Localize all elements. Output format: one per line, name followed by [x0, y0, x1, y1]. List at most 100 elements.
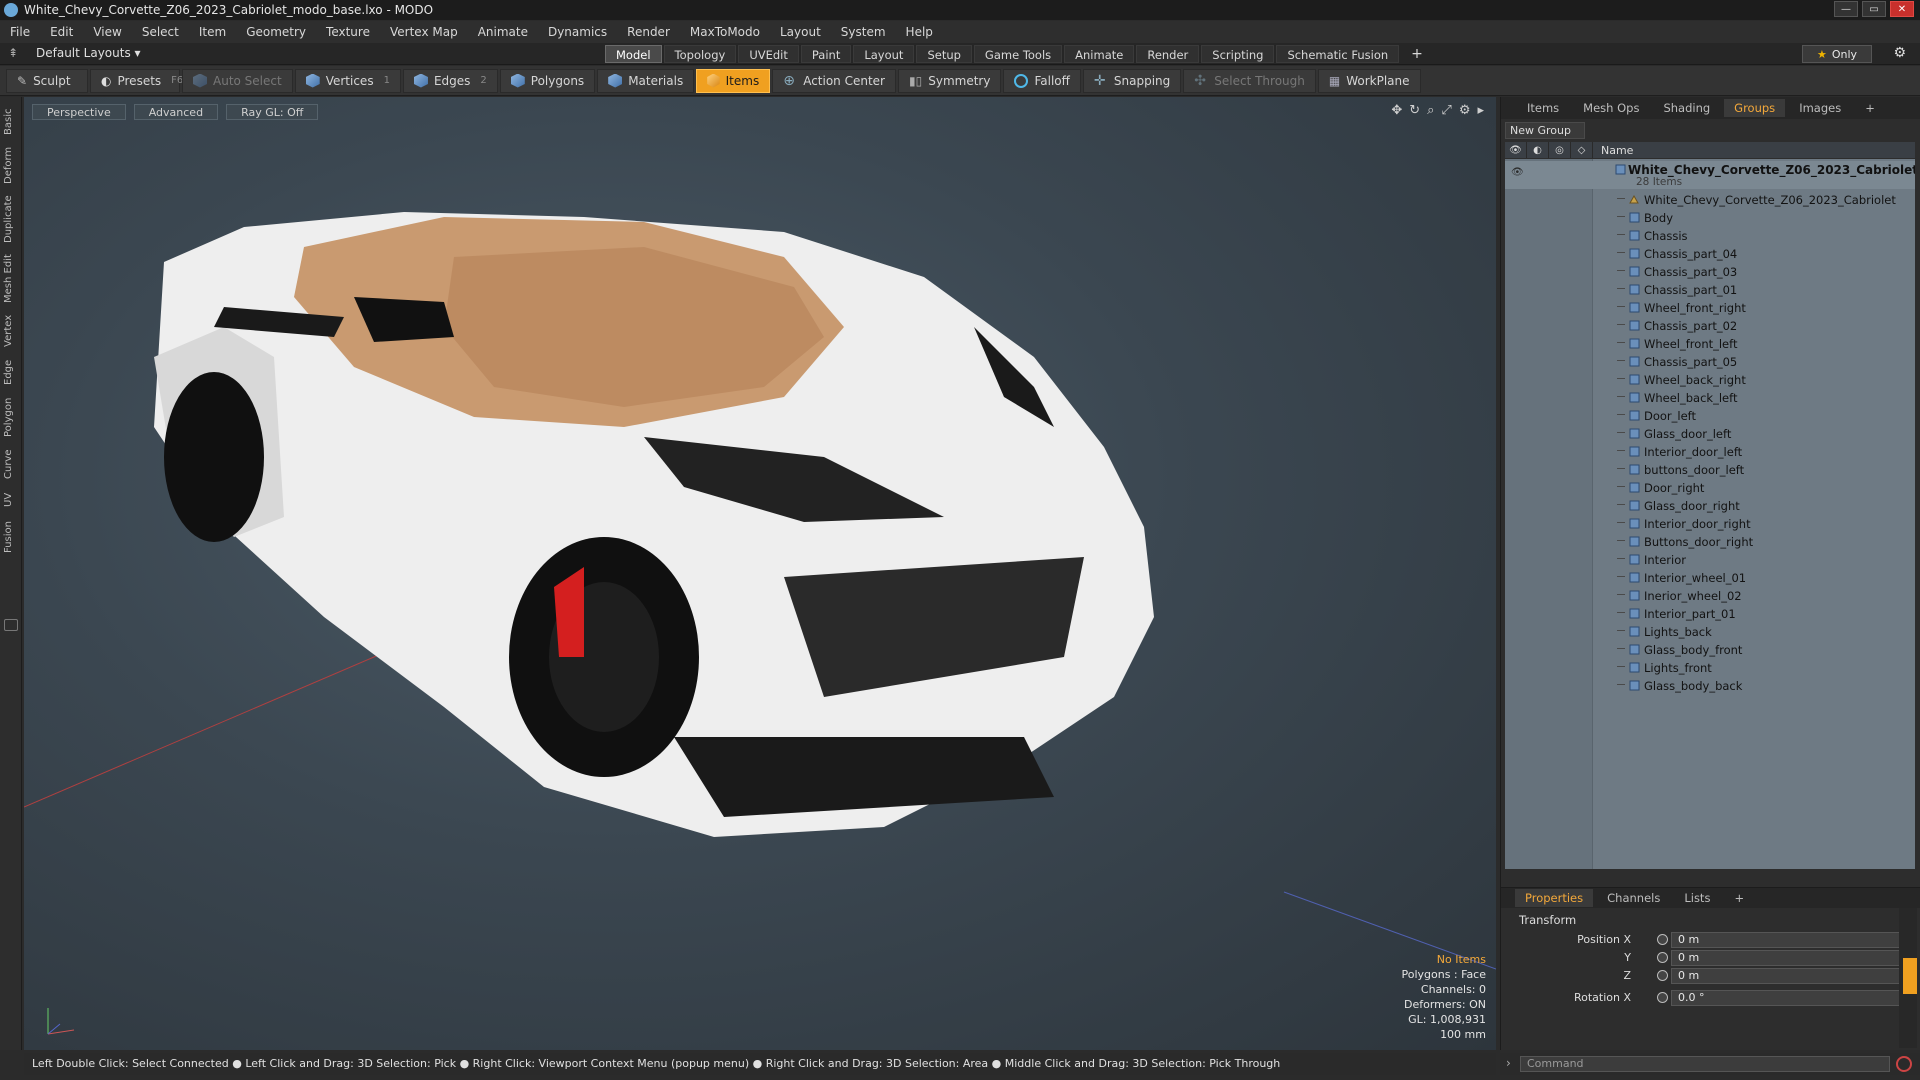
vtab-vertex[interactable]: Vertex: [3, 313, 19, 349]
tab-game-tools[interactable]: Game Tools: [973, 45, 1063, 63]
symmetry-button[interactable]: ▮▯ Symmetry: [898, 68, 1002, 93]
list-item[interactable]: Interior_door_left: [1505, 443, 1915, 461]
keyframe-icon[interactable]: [1657, 970, 1668, 981]
list-item[interactable]: Interior: [1505, 551, 1915, 569]
list-item[interactable]: Interior_door_right: [1505, 515, 1915, 533]
menu-select[interactable]: Select: [142, 25, 179, 39]
menu-system[interactable]: System: [841, 25, 886, 39]
maximize-button[interactable]: ▭: [1862, 1, 1886, 17]
tab-setup[interactable]: Setup: [916, 45, 972, 63]
tab-items[interactable]: Items: [1517, 99, 1569, 117]
command-input[interactable]: Command: [1520, 1056, 1890, 1072]
keyframe-icon[interactable]: [1657, 992, 1668, 1003]
tab-paint[interactable]: Paint: [800, 45, 852, 63]
tab-render[interactable]: Render: [1136, 45, 1200, 63]
menu-texture[interactable]: Texture: [326, 25, 370, 39]
list-item[interactable]: Wheel_front_right: [1505, 299, 1915, 317]
materials-button[interactable]: Materials: [597, 68, 695, 93]
list-item[interactable]: White_Chevy_Corvette_Z06_2023_Cabriolet: [1505, 191, 1915, 209]
edges-button[interactable]: Edges 2: [402, 68, 498, 93]
eye-icon[interactable]: 👁: [1505, 142, 1527, 158]
vtab-polygon[interactable]: Polygon: [3, 395, 19, 439]
sculpt-button[interactable]: ✎ Sculpt: [6, 68, 88, 93]
tab-uvedit[interactable]: UVEdit: [738, 45, 799, 63]
only-toggle-button[interactable]: ★ Only: [1802, 45, 1872, 63]
layout-arrow-icon[interactable]: ⇞: [8, 46, 18, 60]
list-item[interactable]: Wheel_back_right: [1505, 371, 1915, 389]
list-item[interactable]: Body: [1505, 209, 1915, 227]
position-y-field[interactable]: 0 m: [1671, 950, 1901, 966]
list-item[interactable]: Glass_door_left: [1505, 425, 1915, 443]
expand-icon[interactable]: [4, 619, 18, 631]
menu-animate[interactable]: Animate: [478, 25, 528, 39]
expand-arrow-icon[interactable]: ▸: [1477, 103, 1484, 118]
tab-mesh-ops[interactable]: Mesh Ops: [1573, 99, 1649, 117]
tab-properties[interactable]: Properties: [1515, 889, 1594, 907]
menu-view[interactable]: View: [93, 25, 121, 39]
list-item[interactable]: Chassis_part_01: [1505, 281, 1915, 299]
tab-lists[interactable]: Lists: [1674, 889, 1720, 907]
name-column-header[interactable]: Name: [1593, 144, 1633, 157]
vtab-duplicate[interactable]: Duplicate: [3, 193, 19, 245]
list-item[interactable]: Chassis_part_03: [1505, 263, 1915, 281]
gear-icon[interactable]: ⚙: [1893, 45, 1906, 61]
command-history-icon[interactable]: [1896, 1056, 1912, 1072]
tab-groups[interactable]: Groups: [1724, 99, 1786, 117]
tab-images[interactable]: Images: [1789, 99, 1851, 117]
list-item[interactable]: Chassis_part_04: [1505, 245, 1915, 263]
list-item[interactable]: Chassis: [1505, 227, 1915, 245]
vertices-button[interactable]: Vertices 1: [294, 68, 401, 93]
list-item[interactable]: Interior_wheel_01: [1505, 569, 1915, 587]
3d-viewport[interactable]: Perspective Advanced Ray GL: Off ✥ ↻ ⌕ ⤢…: [24, 97, 1496, 1050]
list-item[interactable]: Lights_back: [1505, 623, 1915, 641]
tab-schematic-fusion[interactable]: Schematic Fusion: [1276, 45, 1400, 63]
action-center-button[interactable]: ⊕ Action Center: [772, 68, 896, 93]
menu-file[interactable]: File: [10, 25, 30, 39]
tab-layout[interactable]: Layout: [853, 45, 915, 63]
menu-edit[interactable]: Edit: [50, 25, 73, 39]
add-properties-tab[interactable]: +: [1724, 889, 1754, 907]
position-x-field[interactable]: 0 m: [1671, 932, 1901, 948]
viewport-settings-icon[interactable]: ⚙: [1459, 103, 1471, 118]
transform-section-label[interactable]: Transform: [1519, 913, 1576, 927]
list-item[interactable]: buttons_door_left: [1505, 461, 1915, 479]
keyframe-icon[interactable]: [1657, 952, 1668, 963]
polygons-button[interactable]: Polygons: [499, 68, 596, 93]
list-item[interactable]: Glass_door_right: [1505, 497, 1915, 515]
list-item[interactable]: Glass_body_back: [1505, 677, 1915, 695]
presets-button[interactable]: ◐ Presets F6: [90, 68, 183, 93]
position-z-field[interactable]: 0 m: [1671, 968, 1901, 984]
perspective-dropdown[interactable]: Perspective: [32, 104, 126, 120]
select-icon[interactable]: ◇: [1571, 142, 1593, 158]
raygl-toggle[interactable]: Ray GL: Off: [226, 104, 319, 120]
workplane-button[interactable]: ▦ WorkPlane: [1317, 68, 1421, 93]
list-item[interactable]: Wheel_front_left: [1505, 335, 1915, 353]
list-item[interactable]: Chassis_part_05: [1505, 353, 1915, 371]
pan-icon[interactable]: ✥: [1391, 103, 1402, 118]
vtab-curve[interactable]: Curve: [3, 447, 19, 481]
tab-topology[interactable]: Topology: [663, 45, 737, 63]
vtab-edge[interactable]: Edge: [3, 357, 19, 387]
tab-model[interactable]: Model: [605, 45, 662, 63]
zoom-icon[interactable]: ⌕: [1427, 103, 1434, 118]
groups-tree[interactable]: 👁 White_Chevy_Corvette_Z06_2023_Cabriole…: [1505, 159, 1915, 869]
minimize-button[interactable]: —: [1834, 1, 1858, 17]
rotation-x-field[interactable]: 0.0 °: [1671, 990, 1901, 1006]
list-item[interactable]: Chassis_part_02: [1505, 317, 1915, 335]
vtab-fusion[interactable]: Fusion: [3, 519, 19, 555]
snapping-button[interactable]: ✛ Snapping: [1082, 68, 1182, 93]
menu-item[interactable]: Item: [199, 25, 226, 39]
menu-help[interactable]: Help: [906, 25, 933, 39]
menu-layout[interactable]: Layout: [780, 25, 821, 39]
auto-select-button[interactable]: Auto Select: [182, 68, 293, 93]
new-group-button[interactable]: New Group: [1505, 122, 1585, 139]
default-layouts-dropdown[interactable]: Default Layouts ▾: [36, 46, 141, 60]
list-item[interactable]: Door_right: [1505, 479, 1915, 497]
list-item[interactable]: Glass_body_front: [1505, 641, 1915, 659]
vtab-deform[interactable]: Deform: [3, 145, 19, 185]
visibility-icon[interactable]: 👁: [1511, 167, 1524, 178]
properties-side-tab[interactable]: [1903, 958, 1917, 994]
keyframe-icon[interactable]: [1657, 934, 1668, 945]
tab-scripting[interactable]: Scripting: [1201, 45, 1275, 63]
menu-geometry[interactable]: Geometry: [246, 25, 306, 39]
